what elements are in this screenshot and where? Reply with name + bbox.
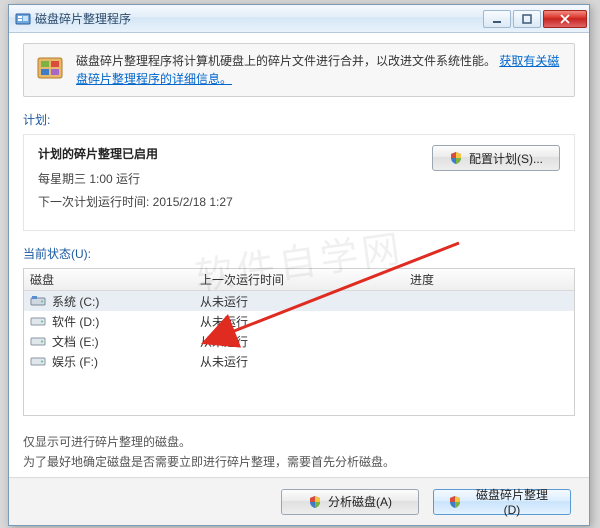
shield-icon bbox=[308, 495, 322, 509]
last-run: 从未运行 bbox=[194, 333, 404, 350]
schedule-frequency: 每星期三 1:00 运行 bbox=[38, 170, 560, 187]
maximize-button[interactable] bbox=[513, 10, 541, 28]
schedule-label: 计划: bbox=[23, 111, 575, 128]
configure-schedule-label: 配置计划(S)... bbox=[469, 150, 543, 167]
configure-schedule-button[interactable]: 配置计划(S)... bbox=[432, 145, 560, 171]
last-run: 从未运行 bbox=[194, 353, 404, 370]
drive-icon bbox=[30, 335, 46, 347]
window-title: 磁盘碎片整理程序 bbox=[35, 10, 481, 27]
table-row[interactable]: 软件 (D:) 从未运行 bbox=[24, 311, 574, 331]
table-row[interactable]: 娱乐 (F:) 从未运行 bbox=[24, 351, 574, 371]
defrag-window: 磁盘碎片整理程序 磁盘碎片整理程序将计算机硬盘上的碎片文件进行合并， bbox=[8, 4, 590, 526]
disk-name: 文档 (E:) bbox=[52, 333, 99, 350]
col-last-run[interactable]: 上一次运行时间 bbox=[194, 271, 404, 288]
disk-name: 软件 (D:) bbox=[52, 313, 99, 330]
info-text: 磁盘碎片整理程序将计算机硬盘上的碎片文件进行合并，以改进文件系统性能。 获取有关… bbox=[76, 52, 564, 88]
table-row[interactable]: 文档 (E:) 从未运行 bbox=[24, 331, 574, 351]
status-label: 当前状态(U): bbox=[23, 245, 575, 262]
drive-icon bbox=[30, 355, 46, 367]
footer-bar: 分析磁盘(A) 磁盘碎片整理(D) bbox=[9, 477, 589, 525]
window-content: 磁盘碎片整理程序将计算机硬盘上的碎片文件进行合并，以改进文件系统性能。 获取有关… bbox=[9, 33, 589, 525]
disk-name: 系统 (C:) bbox=[52, 293, 99, 310]
footnote-line2: 为了最好地确定磁盘是否需要立即进行碎片整理，需要首先分析磁盘。 bbox=[23, 452, 575, 472]
table-body: 系统 (C:)从未运行软件 (D:)从未运行文档 (E:)从未运行娱乐 (F:)… bbox=[24, 291, 574, 371]
drive-icon bbox=[30, 315, 46, 327]
col-disk[interactable]: 磁盘 bbox=[24, 271, 194, 288]
col-progress[interactable]: 进度 bbox=[404, 271, 574, 288]
shield-icon bbox=[448, 495, 462, 509]
last-run: 从未运行 bbox=[194, 313, 404, 330]
defrag-button[interactable]: 磁盘碎片整理(D) bbox=[433, 489, 571, 515]
app-icon bbox=[15, 11, 31, 27]
close-button[interactable] bbox=[543, 10, 587, 28]
analyze-label: 分析磁盘(A) bbox=[328, 493, 392, 510]
defrag-icon bbox=[34, 52, 66, 84]
disk-table: 磁盘 上一次运行时间 进度 系统 (C:)从未运行软件 (D:)从未运行文档 (… bbox=[23, 268, 575, 416]
shield-icon bbox=[449, 151, 463, 165]
schedule-block: 计划的碎片整理已启用 每星期三 1:00 运行 下一次计划运行时间: 2015/… bbox=[23, 134, 575, 231]
footnote: 仅显示可进行碎片整理的磁盘。 为了最好地确定磁盘是否需要立即进行碎片整理，需要首… bbox=[23, 432, 575, 473]
disk-name: 娱乐 (F:) bbox=[52, 353, 98, 370]
last-run: 从未运行 bbox=[194, 293, 404, 310]
footnote-line1: 仅显示可进行碎片整理的磁盘。 bbox=[23, 432, 575, 452]
titlebar: 磁盘碎片整理程序 bbox=[9, 5, 589, 33]
minimize-button[interactable] bbox=[483, 10, 511, 28]
analyze-button[interactable]: 分析磁盘(A) bbox=[281, 489, 419, 515]
table-row[interactable]: 系统 (C:) 从未运行 bbox=[24, 291, 574, 311]
schedule-next-run: 下一次计划运行时间: 2015/2/18 1:27 bbox=[38, 193, 560, 210]
drive-icon bbox=[30, 295, 46, 307]
info-banner: 磁盘碎片整理程序将计算机硬盘上的碎片文件进行合并，以改进文件系统性能。 获取有关… bbox=[23, 43, 575, 97]
info-message: 磁盘碎片整理程序将计算机硬盘上的碎片文件进行合并，以改进文件系统性能。 bbox=[76, 54, 496, 68]
table-header: 磁盘 上一次运行时间 进度 bbox=[24, 269, 574, 291]
defrag-label: 磁盘碎片整理(D) bbox=[468, 486, 556, 517]
